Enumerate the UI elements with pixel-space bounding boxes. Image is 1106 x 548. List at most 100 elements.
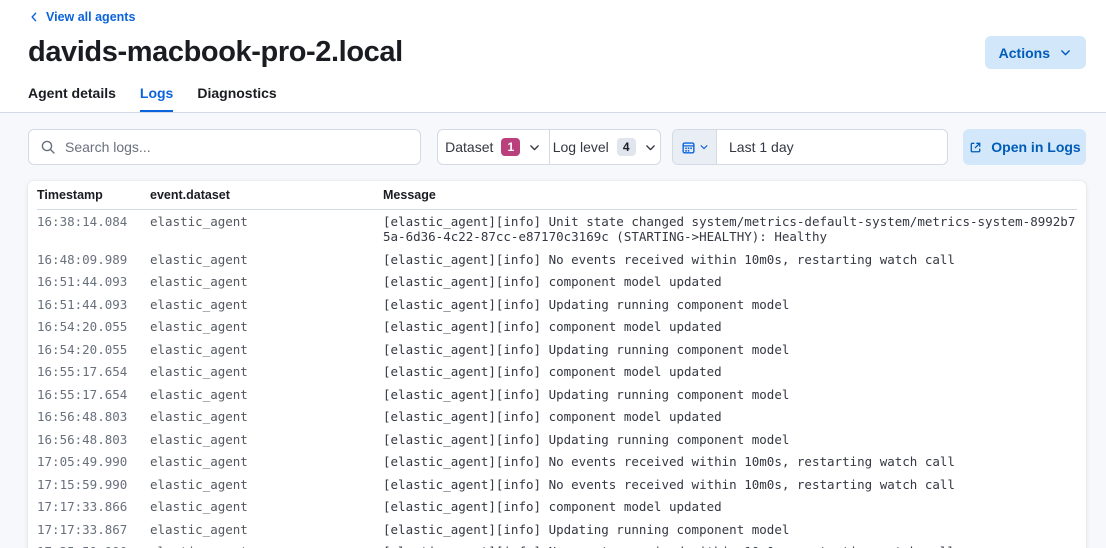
- log-timestamp: 16:56:48.803: [37, 432, 150, 448]
- date-quick-select-button[interactable]: [673, 130, 717, 164]
- page-title: davids-macbook-pro-2.local: [28, 35, 403, 70]
- chevron-left-icon: [28, 11, 40, 23]
- log-message: [elastic_agent][info] No events received…: [383, 454, 1077, 470]
- log-dataset: elastic_agent: [150, 499, 383, 515]
- log-timestamp: 16:54:20.055: [37, 342, 150, 358]
- table-row: 16:54:20.055 elastic_agent [elastic_agen…: [37, 316, 1077, 339]
- page-header: View all agents davids-macbook-pro-2.loc…: [0, 0, 1106, 113]
- dataset-filter-label: Dataset: [445, 139, 493, 155]
- table-row: 16:51:44.093 elastic_agent [elastic_agen…: [37, 271, 1077, 294]
- back-link[interactable]: View all agents: [28, 10, 135, 24]
- date-picker: Last 1 day: [672, 129, 948, 165]
- tab-diagnostics[interactable]: Diagnostics: [197, 85, 276, 112]
- search-input[interactable]: [65, 139, 409, 155]
- log-dataset: elastic_agent: [150, 522, 383, 538]
- popout-icon: [968, 140, 983, 155]
- tab-logs[interactable]: Logs: [140, 85, 173, 112]
- log-timestamp: 16:51:44.093: [37, 274, 150, 290]
- log-dataset: elastic_agent: [150, 364, 383, 380]
- log-dataset: elastic_agent: [150, 454, 383, 470]
- filter-group: Dataset 1 Log level 4: [437, 129, 661, 165]
- open-in-logs-label: Open in Logs: [991, 139, 1080, 155]
- table-row: 16:54:20.055 elastic_agent [elastic_agen…: [37, 338, 1077, 361]
- log-level-filter-button[interactable]: Log level 4: [549, 130, 661, 164]
- log-message: [elastic_agent][info] component model up…: [383, 319, 1077, 335]
- table-row: 17:05:49.990 elastic_agent [elastic_agen…: [37, 451, 1077, 474]
- log-timestamp: 16:54:20.055: [37, 319, 150, 335]
- search-box: [28, 129, 421, 165]
- chevron-down-icon: [528, 141, 541, 154]
- chevron-down-icon: [699, 142, 709, 152]
- log-dataset: elastic_agent: [150, 409, 383, 425]
- open-in-logs-button[interactable]: Open in Logs: [963, 129, 1086, 165]
- log-message: [elastic_agent][info] Updating running c…: [383, 522, 1077, 538]
- table-row: 16:56:48.803 elastic_agent [elastic_agen…: [37, 428, 1077, 451]
- table-row: 16:55:17.654 elastic_agent [elastic_agen…: [37, 383, 1077, 406]
- dataset-filter-button[interactable]: Dataset 1: [438, 130, 549, 164]
- log-level-count-badge: 4: [617, 138, 636, 156]
- log-dataset: elastic_agent: [150, 477, 383, 493]
- chevron-down-icon: [644, 141, 657, 154]
- tab-agent-details[interactable]: Agent details: [28, 85, 116, 112]
- log-message: [elastic_agent][info] component model up…: [383, 364, 1077, 380]
- logs-panel: Dataset 1 Log level 4: [0, 113, 1106, 548]
- time-range-value[interactable]: Last 1 day: [717, 130, 947, 164]
- log-timestamp: 16:55:17.654: [37, 364, 150, 380]
- table-row: 17:17:33.866 elastic_agent [elastic_agen…: [37, 496, 1077, 519]
- column-header-dataset: event.dataset: [150, 188, 383, 202]
- log-message: [elastic_agent][info] Updating running c…: [383, 297, 1077, 313]
- calendar-icon: [681, 140, 696, 155]
- table-row: 16:55:17.654 elastic_agent [elastic_agen…: [37, 361, 1077, 384]
- log-message: [elastic_agent][info] Unit state changed…: [383, 214, 1077, 245]
- log-table[interactable]: Timestamp event.dataset Message 16:38:14…: [28, 181, 1086, 548]
- log-timestamp: 17:25:59.990: [37, 544, 150, 548]
- log-dataset: elastic_agent: [150, 319, 383, 335]
- log-dataset: elastic_agent: [150, 252, 383, 268]
- search-icon: [40, 139, 56, 155]
- logs-toolbar: Dataset 1 Log level 4: [28, 129, 1086, 165]
- log-message: [elastic_agent][info] component model up…: [383, 409, 1077, 425]
- actions-button[interactable]: Actions: [985, 36, 1086, 69]
- actions-button-label: Actions: [999, 45, 1050, 61]
- log-dataset: elastic_agent: [150, 214, 383, 245]
- log-timestamp: 16:38:14.084: [37, 214, 150, 245]
- table-row: 17:25:59.990 elastic_agent [elastic_agen…: [37, 541, 1077, 548]
- log-message: [elastic_agent][info] No events received…: [383, 477, 1077, 493]
- log-message: [elastic_agent][info] No events received…: [383, 252, 1077, 268]
- log-message: [elastic_agent][info] Updating running c…: [383, 387, 1077, 403]
- log-dataset: elastic_agent: [150, 274, 383, 290]
- tab-bar: Agent details Logs Diagnostics: [28, 85, 1086, 112]
- table-row: 17:17:33.867 elastic_agent [elastic_agen…: [37, 518, 1077, 541]
- log-level-filter-label: Log level: [553, 139, 609, 155]
- table-row: 16:51:44.093 elastic_agent [elastic_agen…: [37, 293, 1077, 316]
- log-dataset: elastic_agent: [150, 544, 383, 548]
- log-dataset: elastic_agent: [150, 387, 383, 403]
- log-table-header: Timestamp event.dataset Message: [37, 181, 1077, 210]
- table-row: 16:48:09.989 elastic_agent [elastic_agen…: [37, 248, 1077, 271]
- log-timestamp: 17:17:33.867: [37, 522, 150, 538]
- log-table-body: 16:38:14.084 elastic_agent [elastic_agen…: [37, 210, 1077, 548]
- log-dataset: elastic_agent: [150, 432, 383, 448]
- log-message: [elastic_agent][info] Updating running c…: [383, 342, 1077, 358]
- dataset-count-badge: 1: [501, 138, 520, 156]
- column-header-timestamp: Timestamp: [37, 188, 150, 202]
- log-dataset: elastic_agent: [150, 342, 383, 358]
- log-message: [elastic_agent][info] component model up…: [383, 274, 1077, 290]
- log-message: [elastic_agent][info] component model up…: [383, 499, 1077, 515]
- back-link-label: View all agents: [46, 10, 135, 24]
- table-row: 16:38:14.084 elastic_agent [elastic_agen…: [37, 210, 1077, 248]
- log-timestamp: 16:56:48.803: [37, 409, 150, 425]
- log-message: [elastic_agent][info] Updating running c…: [383, 432, 1077, 448]
- log-message: [elastic_agent][info] No events received…: [383, 544, 1077, 548]
- log-timestamp: 16:51:44.093: [37, 297, 150, 313]
- table-row: 17:15:59.990 elastic_agent [elastic_agen…: [37, 473, 1077, 496]
- column-header-message: Message: [383, 188, 1077, 202]
- log-timestamp: 16:48:09.989: [37, 252, 150, 268]
- table-row: 16:56:48.803 elastic_agent [elastic_agen…: [37, 406, 1077, 429]
- log-timestamp: 16:55:17.654: [37, 387, 150, 403]
- log-timestamp: 17:15:59.990: [37, 477, 150, 493]
- log-dataset: elastic_agent: [150, 297, 383, 313]
- log-timestamp: 17:05:49.990: [37, 454, 150, 470]
- chevron-down-icon: [1059, 46, 1072, 59]
- log-timestamp: 17:17:33.866: [37, 499, 150, 515]
